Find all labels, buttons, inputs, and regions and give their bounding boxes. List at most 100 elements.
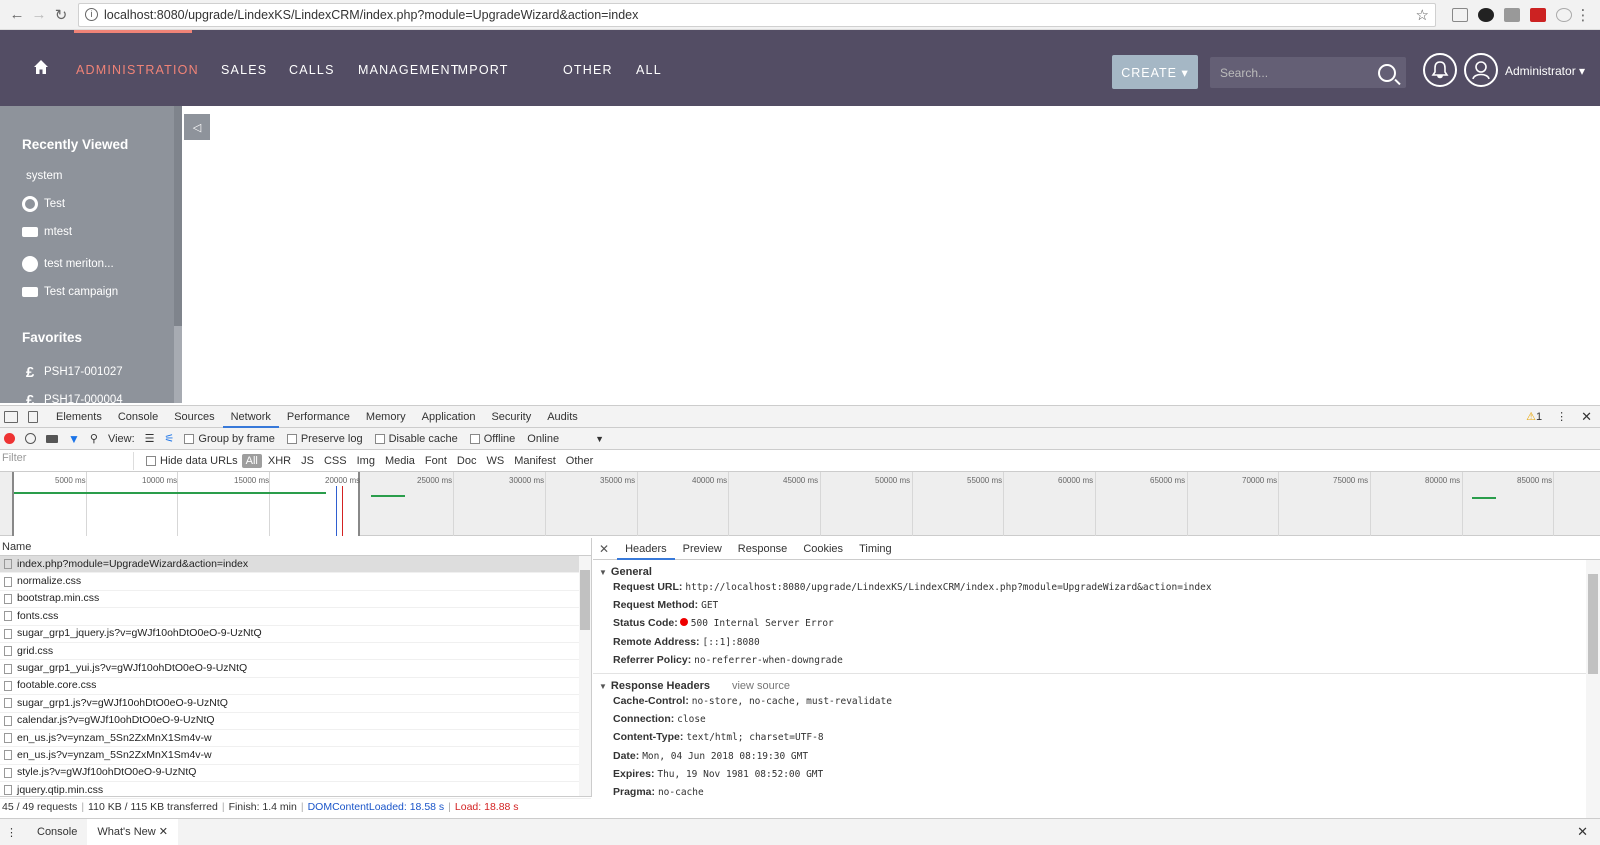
request-row[interactable]: en_us.js?v=ynzam_5Sn2ZxMnX1Sm4v-w: [0, 747, 591, 765]
nav-other[interactable]: OTHER: [563, 63, 613, 77]
request-row[interactable]: sugar_grp1_yui.js?v=gWJf10ohDtO0eO-9-UzN…: [0, 660, 591, 678]
record-icon[interactable]: [4, 433, 15, 444]
request-row[interactable]: en_us.js?v=ynzam_5Sn2ZxMnX1Sm4v-w: [0, 730, 591, 748]
request-row[interactable]: bootstrap.min.css: [0, 591, 591, 609]
tab-application[interactable]: Application: [414, 406, 484, 428]
tab-preview[interactable]: Preview: [675, 538, 730, 560]
recent-item[interactable]: Test: [22, 196, 65, 212]
collapse-sidebar-button[interactable]: ◁: [184, 114, 210, 140]
waterfall-icon[interactable]: ⚟: [165, 432, 175, 445]
info-icon[interactable]: i: [85, 8, 98, 21]
filter-type-font[interactable]: Font: [421, 454, 451, 468]
request-row[interactable]: sugar_grp1_jquery.js?v=gWJf10ohDtO0eO-9-…: [0, 626, 591, 643]
request-row[interactable]: index.php?module=UpgradeWizard&action=in…: [0, 556, 591, 574]
filter-type-xhr[interactable]: XHR: [264, 454, 295, 468]
close-drawer-icon[interactable]: ✕: [1577, 824, 1588, 840]
search-icon[interactable]: [1378, 63, 1396, 82]
nav-all[interactable]: ALL: [636, 63, 662, 77]
filter-type-ws[interactable]: WS: [482, 454, 508, 468]
recent-item[interactable]: Test campaign: [22, 286, 118, 298]
drawer-menu-icon[interactable]: ⋮: [6, 826, 17, 839]
extension-icon[interactable]: [1504, 7, 1520, 22]
tab-elements[interactable]: Elements: [48, 406, 110, 428]
nav-management[interactable]: MANAGEMENT: [358, 63, 460, 77]
tab-timing[interactable]: Timing: [851, 538, 900, 560]
recent-item[interactable]: mtest: [22, 226, 72, 238]
tab-security[interactable]: Security: [483, 406, 539, 428]
back-icon[interactable]: ←: [6, 6, 28, 23]
devtools-menu-icon[interactable]: ⋮: [1556, 410, 1567, 423]
network-overview-timeline[interactable]: 5000 ms 10000 ms 15000 ms 20000 ms 25000…: [0, 472, 1600, 536]
favorite-item[interactable]: £ PSH17-000004: [22, 392, 123, 403]
request-row[interactable]: style.js?v=gWJf10ohDtO0eO-9-UzNtQ: [0, 765, 591, 783]
warning-icon[interactable]: ⚠: [1526, 410, 1536, 423]
reload-icon[interactable]: ↻: [50, 6, 72, 24]
tab-console[interactable]: Console: [110, 406, 166, 428]
filter-type-js[interactable]: JS: [297, 454, 318, 468]
favorite-item[interactable]: £ PSH17-001027: [22, 364, 123, 381]
search-icon[interactable]: ⚲: [90, 432, 98, 445]
filter-input[interactable]: Filter: [0, 451, 134, 470]
filter-type-media[interactable]: Media: [381, 454, 419, 468]
close-details-icon[interactable]: ✕: [599, 542, 609, 556]
tab-response[interactable]: Response: [730, 538, 796, 560]
extension-red-icon[interactable]: [1530, 7, 1546, 22]
notifications-bell-icon[interactable]: [1423, 53, 1457, 87]
extension-moon-icon[interactable]: [1478, 7, 1494, 22]
details-scrollbar[interactable]: [1586, 560, 1600, 818]
view-source-link[interactable]: view source: [732, 680, 790, 692]
filter-type-all[interactable]: All: [241, 453, 262, 468]
tab-memory[interactable]: Memory: [358, 406, 414, 428]
group-by-frame-checkbox[interactable]: Group by frame: [184, 433, 275, 445]
request-list-scrollbar[interactable]: [579, 556, 591, 796]
tab-audits[interactable]: Audits: [539, 406, 586, 428]
nav-calls[interactable]: CALLS: [289, 63, 335, 77]
filter-type-css[interactable]: CSS: [320, 454, 351, 468]
filter-icon[interactable]: ▼: [68, 432, 80, 446]
hide-data-urls-checkbox[interactable]: Hide data URLs: [146, 455, 238, 467]
nav-administration[interactable]: ADMINISTRATION: [76, 63, 199, 77]
close-tab-icon[interactable]: ✕: [159, 826, 168, 838]
recent-item[interactable]: system: [26, 170, 62, 182]
device-toolbar-icon[interactable]: [28, 410, 38, 423]
filter-type-other[interactable]: Other: [562, 454, 598, 468]
tab-performance[interactable]: Performance: [279, 406, 358, 428]
tab-network[interactable]: Network: [222, 406, 279, 428]
filter-type-img[interactable]: Img: [353, 454, 379, 468]
user-menu[interactable]: Administrator ▾: [1505, 64, 1585, 78]
capture-screenshots-icon[interactable]: [46, 434, 58, 443]
offline-checkbox[interactable]: Offline: [469, 433, 515, 445]
address-bar[interactable]: i localhost:8080/upgrade/LindexKS/Lindex…: [78, 2, 1436, 27]
filter-type-manifest[interactable]: Manifest: [510, 454, 560, 468]
request-row[interactable]: fonts.css: [0, 608, 591, 626]
drawer-tab-console[interactable]: Console: [27, 819, 87, 845]
extension-circle-icon[interactable]: [1556, 7, 1572, 22]
filter-type-doc[interactable]: Doc: [453, 454, 481, 468]
request-row[interactable]: grid.css: [0, 643, 591, 661]
throttling-select[interactable]: Online ▼: [527, 433, 604, 445]
name-column-header[interactable]: Name: [0, 538, 591, 556]
request-row[interactable]: normalize.css: [0, 573, 591, 591]
response-headers-section-toggle[interactable]: ▼ Response Headers view source: [593, 674, 1600, 692]
close-devtools-icon[interactable]: ✕: [1581, 409, 1592, 425]
tab-cookies[interactable]: Cookies: [795, 538, 851, 560]
tab-sources[interactable]: Sources: [166, 406, 222, 428]
preserve-log-checkbox[interactable]: Preserve log: [286, 433, 363, 445]
create-button[interactable]: CREATE ▾: [1112, 55, 1198, 89]
home-icon[interactable]: [33, 59, 49, 75]
inspect-element-icon[interactable]: [4, 410, 18, 423]
nav-import[interactable]: IMPORT: [453, 63, 509, 77]
bookmark-star-icon[interactable]: ☆: [1416, 6, 1429, 24]
extension-icon[interactable]: [1452, 7, 1468, 22]
search-input[interactable]: Search...: [1210, 57, 1406, 88]
clear-icon[interactable]: [25, 433, 36, 444]
user-avatar-icon[interactable]: [1464, 53, 1498, 87]
request-row[interactable]: sugar_grp1.js?v=gWJf10ohDtO0eO-9-UzNtQ: [0, 695, 591, 713]
large-rows-icon[interactable]: ☰: [145, 432, 155, 445]
forward-icon[interactable]: →: [28, 6, 50, 23]
general-section-toggle[interactable]: ▼ General: [593, 560, 1600, 578]
menu-icon[interactable]: ⋮: [1572, 6, 1594, 24]
tab-headers[interactable]: Headers: [617, 538, 675, 560]
request-row[interactable]: footable.core.css: [0, 678, 591, 696]
recent-item[interactable]: test meriton...: [22, 256, 114, 272]
